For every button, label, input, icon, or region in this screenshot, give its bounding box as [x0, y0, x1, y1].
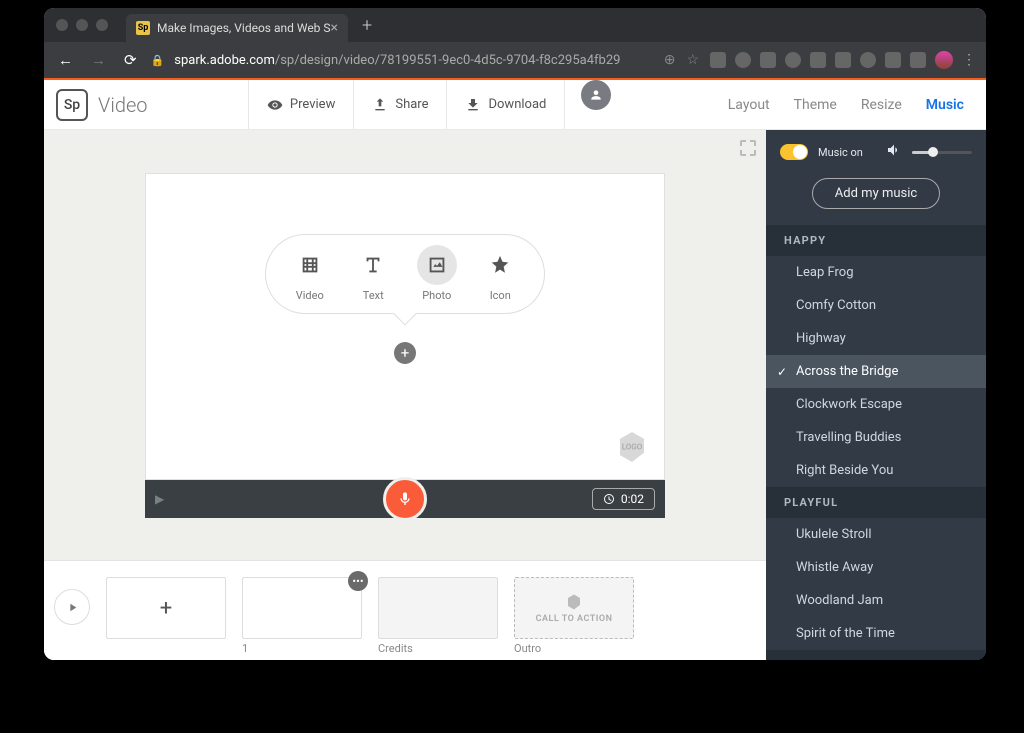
music-track-item[interactable]: Right Beside You [766, 454, 986, 487]
music-track-item[interactable]: Spirit of the Time [766, 617, 986, 650]
timeline-slide-1[interactable]: ••• [242, 577, 362, 639]
microphone-icon [397, 491, 413, 507]
extension-icon[interactable] [910, 52, 926, 68]
extension-icon[interactable] [835, 52, 851, 68]
preview-button[interactable]: Preview [248, 80, 353, 129]
music-toggle-label: Music on [818, 146, 863, 159]
extension-icon[interactable] [860, 52, 876, 68]
music-track-item[interactable]: Across the Bridge [766, 355, 986, 388]
bookmark-icon[interactable]: ☆ [686, 52, 699, 68]
music-track-item[interactable]: Travelling Buddies [766, 421, 986, 454]
tab-music[interactable]: Music [926, 97, 964, 113]
download-button[interactable]: Download [446, 80, 565, 129]
extensions: ⋮ [710, 51, 976, 69]
tab-theme[interactable]: Theme [794, 97, 837, 113]
share-icon [372, 97, 388, 113]
hexagon-icon [565, 593, 583, 611]
url-bar: ← → ⟳ 🔒 spark.adobe.com/sp/design/video/… [44, 42, 986, 78]
clock-icon [603, 493, 615, 505]
menu-icon[interactable]: ⋮ [962, 52, 976, 68]
play-slide-button[interactable]: ▶ [155, 492, 164, 506]
install-icon[interactable]: ⊕ [664, 52, 676, 68]
extension-icon[interactable] [710, 52, 726, 68]
film-icon [299, 254, 321, 276]
outro-label: Outro [514, 642, 634, 655]
extension-icon[interactable] [885, 52, 901, 68]
tab-title: Make Images, Videos and Web S [157, 21, 331, 35]
picker-option-text[interactable]: Text [353, 245, 393, 302]
user-icon [589, 88, 603, 102]
eye-icon [267, 97, 283, 113]
photo-icon [426, 254, 448, 276]
music-track-item[interactable]: Highway [766, 322, 986, 355]
extension-icon[interactable] [735, 52, 751, 68]
content-type-picker: Video Text Photo [265, 234, 545, 314]
music-track-item[interactable]: Clockwork Escape [766, 388, 986, 421]
current-slide[interactable]: Video Text Photo [145, 173, 665, 480]
crop-icon[interactable] [740, 140, 756, 156]
forward-button[interactable]: → [87, 51, 110, 69]
music-track-item[interactable]: Whistle Away [766, 551, 986, 584]
reload-button[interactable]: ⟳ [120, 51, 141, 69]
slide-menu-button[interactable]: ••• [348, 571, 368, 591]
add-content-button[interactable]: + [394, 342, 416, 364]
tab-bar: Sp Make Images, Videos and Web S × + [44, 8, 986, 42]
browser-tab[interactable]: Sp Make Images, Videos and Web S × [126, 14, 348, 42]
credits-label: Credits [378, 642, 498, 655]
window-controls[interactable] [56, 19, 108, 31]
duration-value: 0:02 [621, 492, 644, 506]
spark-logo[interactable]: Sp [56, 89, 88, 121]
editor-area: Video Text Photo [44, 130, 766, 660]
share-button[interactable]: Share [353, 80, 446, 129]
music-category-header: RELAXED [766, 650, 986, 660]
play-icon [66, 601, 79, 614]
volume-slider[interactable] [912, 151, 972, 154]
url-text[interactable]: spark.adobe.com/sp/design/video/78199551… [174, 53, 620, 68]
browser-window: Sp Make Images, Videos and Web S × + ← →… [44, 8, 986, 660]
tab-layout[interactable]: Layout [728, 97, 770, 113]
music-category-header: PLAYFUL [766, 487, 986, 518]
music-panel: Music on Add my music HAPPYLeap FrogComf… [766, 130, 986, 660]
music-category-header: HAPPY [766, 225, 986, 256]
new-tab-button[interactable]: + [362, 15, 372, 36]
music-track-item[interactable]: Woodland Jam [766, 584, 986, 617]
timeline: + ••• 1 Credits CALL TO ACTION [44, 560, 766, 660]
profile-avatar[interactable] [935, 51, 953, 69]
picker-option-icon[interactable]: Icon [480, 245, 520, 302]
timeline-outro[interactable]: CALL TO ACTION [514, 577, 634, 639]
extension-icon[interactable] [760, 52, 776, 68]
play-all-button[interactable] [54, 589, 90, 625]
back-button[interactable]: ← [54, 51, 77, 69]
music-track-item[interactable]: Leap Frog [766, 256, 986, 289]
music-track-item[interactable]: Ukulele Stroll [766, 518, 986, 551]
slide-control-bar: ▶ 0:02 [145, 480, 665, 518]
extension-icon[interactable] [810, 52, 826, 68]
music-toggle[interactable] [780, 144, 808, 160]
add-my-music-button[interactable]: Add my music [812, 178, 940, 209]
tab-resize[interactable]: Resize [861, 97, 902, 113]
star-icon [489, 254, 511, 276]
picker-option-photo[interactable]: Photo [417, 245, 457, 302]
extension-icon[interactable] [785, 52, 801, 68]
volume-icon[interactable] [886, 142, 902, 162]
app-title: Video [98, 93, 148, 117]
logo-placeholder[interactable]: LOGO [614, 429, 650, 465]
music-track-list[interactable]: HAPPYLeap FrogComfy CottonHighwayAcross … [766, 225, 986, 660]
app-bar: Sp Video Preview Share Download Layout T… [44, 80, 986, 130]
slide-index: 1 [242, 642, 362, 655]
text-icon [362, 254, 384, 276]
lock-icon: 🔒 [151, 54, 165, 67]
download-icon [465, 97, 481, 113]
user-menu[interactable] [581, 80, 611, 110]
add-slide-button[interactable]: + [106, 577, 226, 639]
duration-pill[interactable]: 0:02 [592, 488, 655, 510]
tab-close-icon[interactable]: × [331, 20, 338, 36]
video-canvas: Video Text Photo [145, 173, 665, 518]
favicon: Sp [136, 21, 150, 35]
record-voiceover-button[interactable] [383, 477, 427, 521]
music-track-item[interactable]: Comfy Cotton [766, 289, 986, 322]
picker-option-video[interactable]: Video [290, 245, 330, 302]
timeline-credits[interactable] [378, 577, 498, 639]
